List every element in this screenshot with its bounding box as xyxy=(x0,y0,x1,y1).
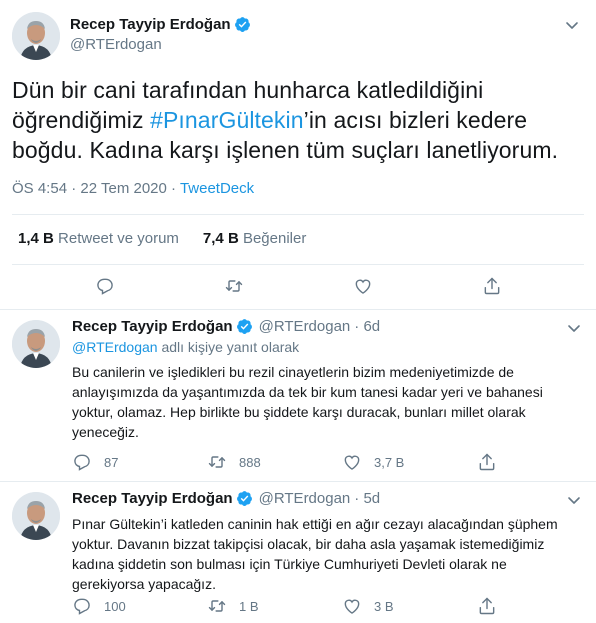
retweet-count: 1 B xyxy=(239,598,259,614)
tweet-meta: ÖS 4:54 · 22 Tem 2020 · TweetDeck xyxy=(12,180,254,197)
retweets-count: 1,4 B xyxy=(18,230,54,247)
tweet-date[interactable]: 22 Tem 2020 xyxy=(80,180,166,197)
tweet-actions xyxy=(0,276,596,296)
tweet-stats: 1,4 B Retweet ve yorum 7,4 B Beğeniler xyxy=(18,230,306,247)
heart-icon xyxy=(342,452,362,472)
reply-actions: 87 888 3,7 B xyxy=(72,452,512,472)
reply-count: 87 xyxy=(104,454,119,470)
like-count: 3 B xyxy=(374,598,394,614)
tweet-age[interactable]: · 5d xyxy=(354,490,380,507)
replying-to-label: adlı kişiye yanıt olarak xyxy=(161,339,300,355)
divider xyxy=(12,264,584,265)
avatar[interactable] xyxy=(12,320,60,368)
retweet-button[interactable] xyxy=(224,276,244,296)
reply-text: Bu canilerin ve işledikleri bu rezil cin… xyxy=(72,364,543,440)
author-name[interactable]: Recep Tayyip Erdoğan xyxy=(70,16,231,33)
verified-badge-icon xyxy=(236,318,253,335)
share-button[interactable] xyxy=(482,276,502,296)
retweet-count: 888 xyxy=(239,454,261,470)
retweet-button[interactable]: 888 xyxy=(207,452,342,472)
retweet-icon xyxy=(207,452,227,472)
reply-count: 100 xyxy=(104,598,126,614)
retweet-button[interactable]: 1 B xyxy=(207,596,342,616)
like-count: 3,7 B xyxy=(374,454,405,470)
chevron-down-icon[interactable] xyxy=(564,17,580,33)
author-handle[interactable]: @RTErdogan xyxy=(70,36,162,53)
meta-separator: · xyxy=(171,180,177,197)
verified-badge-icon xyxy=(234,16,251,33)
tweet-time[interactable]: ÖS 4:54 xyxy=(12,180,67,197)
reply-icon xyxy=(72,452,92,472)
reply-button[interactable]: 100 xyxy=(72,596,207,616)
chevron-down-icon[interactable] xyxy=(566,492,582,508)
share-icon xyxy=(477,452,497,472)
heart-icon xyxy=(342,596,362,616)
author-handle[interactable]: @RTErdogan xyxy=(259,490,351,507)
like-button[interactable] xyxy=(353,276,373,296)
reply-tweet[interactable]: Recep Tayyip Erdoğan @RTErdogan · 5d Pın… xyxy=(0,482,596,623)
reply-icon xyxy=(72,596,92,616)
tweet-text: Dün bir cani tarafından hunharca katledi… xyxy=(12,75,584,165)
author-name[interactable]: Recep Tayyip Erdoğan xyxy=(72,490,233,507)
replying-to: @RTErdogan adlı kişiye yanıt olarak xyxy=(72,339,299,355)
share-icon xyxy=(482,276,502,296)
reply-tweet[interactable]: Recep Tayyip Erdoğan @RTErdogan · 6d @RT… xyxy=(0,310,596,482)
share-icon xyxy=(477,596,497,616)
meta-separator: · xyxy=(71,180,77,197)
heart-icon xyxy=(353,276,373,296)
avatar[interactable] xyxy=(12,12,60,60)
share-button[interactable] xyxy=(477,596,507,616)
like-button[interactable]: 3 B xyxy=(342,596,477,616)
retweets-stat[interactable]: 1,4 B Retweet ve yorum xyxy=(18,230,179,247)
hashtag-link[interactable]: #PınarGültekin xyxy=(150,107,304,133)
tweet-age[interactable]: · 6d xyxy=(354,318,380,335)
reply-icon xyxy=(95,276,115,296)
divider xyxy=(12,214,584,215)
reply-text: Pınar Gültekin’i katleden caninin hak et… xyxy=(72,516,558,592)
reply-actions: 100 1 B 3 B xyxy=(72,596,512,616)
verified-badge-icon xyxy=(236,490,253,507)
likes-count: 7,4 B xyxy=(202,230,239,247)
retweets-label: Retweet ve yorum xyxy=(58,230,179,247)
replying-to-handle[interactable]: @RTErdogan xyxy=(72,339,158,355)
main-tweet: Recep Tayyip Erdoğan @RTErdogan Dün bir … xyxy=(0,0,596,310)
author-handle[interactable]: @RTErdogan xyxy=(259,318,351,335)
like-button[interactable]: 3,7 B xyxy=(342,452,477,472)
likes-label: Beğeniler xyxy=(242,230,307,247)
tweet-source-link[interactable]: TweetDeck xyxy=(180,180,254,197)
likes-stat[interactable]: 7,4 B Beğeniler xyxy=(203,230,306,247)
chevron-down-icon[interactable] xyxy=(566,320,582,336)
retweet-icon xyxy=(224,276,244,296)
share-button[interactable] xyxy=(477,452,507,472)
reply-button[interactable]: 87 xyxy=(72,452,207,472)
author-name[interactable]: Recep Tayyip Erdoğan xyxy=(72,318,233,335)
reply-button[interactable] xyxy=(95,276,115,296)
retweet-icon xyxy=(207,596,227,616)
avatar[interactable] xyxy=(12,492,60,540)
